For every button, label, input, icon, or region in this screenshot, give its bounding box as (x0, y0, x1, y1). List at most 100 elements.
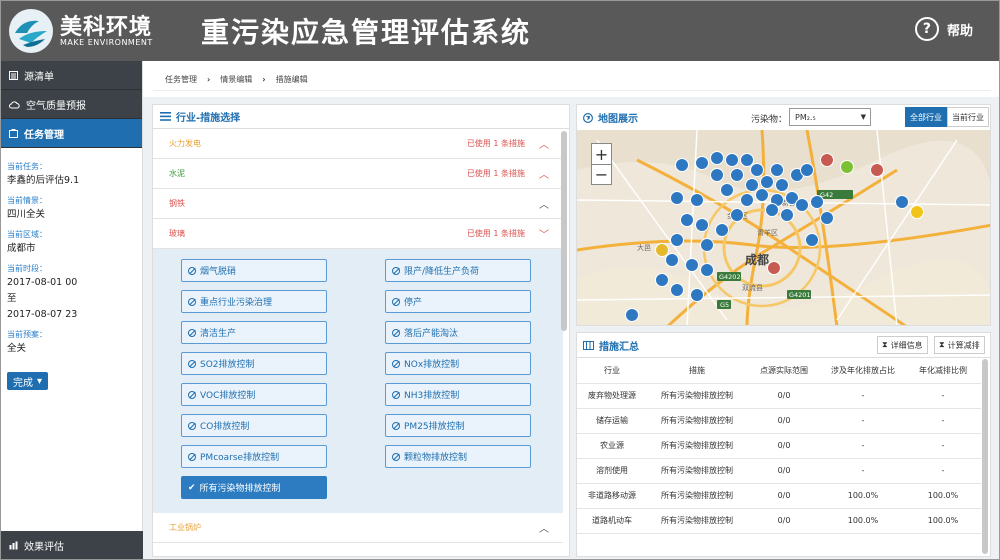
station-marker[interactable] (820, 153, 834, 167)
measure-option[interactable]: NOx排放控制 (385, 352, 531, 375)
station-marker[interactable] (695, 218, 709, 232)
station-marker[interactable] (655, 243, 669, 257)
station-marker[interactable] (800, 163, 814, 177)
measure-option[interactable]: 颗粒物排放控制 (385, 445, 531, 468)
station-marker[interactable] (750, 163, 764, 177)
measure-option[interactable]: VOC排放控制 (181, 383, 327, 406)
measure-option[interactable]: 烟气脱硝 (181, 259, 327, 282)
table-cell: 100.0% (905, 483, 981, 509)
measure-option[interactable]: 停产 (385, 290, 531, 313)
measure-option[interactable]: 重点行业污染治理 (181, 290, 327, 313)
industry-row[interactable]: 钢铁 ︿ (153, 189, 563, 219)
station-marker[interactable] (720, 183, 734, 197)
measure-option[interactable]: 限产/降低生产负荷 (385, 259, 531, 282)
station-marker[interactable] (870, 163, 884, 177)
scrollbar[interactable] (561, 131, 567, 331)
ban-icon (392, 359, 400, 368)
station-marker[interactable] (655, 273, 669, 287)
station-marker[interactable] (625, 308, 639, 322)
station-marker[interactable] (725, 153, 739, 167)
current-industry-button[interactable]: 当前行业 (947, 107, 989, 127)
industry-row[interactable]: 水泥 已使用 1 条措施 ︿ (153, 159, 563, 189)
zoom-out-button[interactable]: − (592, 164, 611, 184)
all-industries-button[interactable]: 全部行业 (905, 107, 947, 127)
station-marker[interactable] (775, 178, 789, 192)
zoom-in-button[interactable]: + (592, 144, 611, 164)
done-dropdown-button[interactable]: 完成 ▾ (7, 372, 49, 390)
measure-option[interactable]: 落后产能淘汰 (385, 321, 531, 344)
station-marker[interactable] (670, 191, 684, 205)
breadcrumb-task-management[interactable]: 任务管理 (165, 74, 197, 85)
table-row[interactable]: 农业源 所有污染物排放控制 0/0- - (577, 433, 981, 459)
station-marker[interactable] (740, 153, 754, 167)
measure-option[interactable]: PM25排放控制 (385, 414, 531, 437)
station-marker[interactable] (665, 253, 679, 267)
table-cell: 0/0 (747, 433, 821, 459)
breadcrumb-scenario-edit[interactable]: 情景编辑 (220, 74, 252, 85)
station-marker[interactable] (730, 168, 744, 182)
station-marker[interactable] (820, 211, 834, 225)
station-marker[interactable] (760, 175, 774, 189)
table-row[interactable]: 储存运输 所有污染物排放控制 0/0- - (577, 408, 981, 434)
sidebar-item-air-forecast[interactable]: 空气质量预报 (1, 90, 142, 119)
calc-reduction-button[interactable]: ⧗ 计算减排 (934, 336, 985, 354)
station-marker[interactable] (767, 261, 781, 275)
table-cell: - (905, 408, 981, 434)
station-marker[interactable] (910, 205, 924, 219)
industry-row[interactable]: 玻璃 已使用 1 条措施 ﹀ (153, 219, 563, 249)
station-marker[interactable] (675, 158, 689, 172)
scrollbar[interactable] (982, 359, 988, 554)
station-marker[interactable] (730, 208, 744, 222)
pollutant-value: PM₂.₅ (795, 112, 816, 122)
station-marker[interactable] (670, 233, 684, 247)
detail-info-button[interactable]: ⧗ 详细信息 (877, 336, 928, 354)
station-marker[interactable] (710, 151, 724, 165)
station-marker[interactable] (690, 288, 704, 302)
station-marker[interactable] (895, 195, 909, 209)
app-window: 美科环境 MAKE ENVIRONMENT 重污染应急管理评估系统 ? 帮助 源… (0, 0, 1000, 560)
station-marker[interactable] (700, 238, 714, 252)
measure-option[interactable]: ✔ 所有污染物排放控制 (181, 476, 327, 499)
station-marker[interactable] (685, 258, 699, 272)
measure-option[interactable]: PMcoarse排放控制 (181, 445, 327, 468)
brand-name: 美科环境 (60, 15, 153, 40)
table-row[interactable]: 道路机动车 所有污染物排放控制 0/0 100.0% 100.0% (577, 508, 981, 534)
measure-option[interactable]: 清洁生产 (181, 321, 327, 344)
table-row[interactable]: 非道路移动源 所有污染物排放控制 0/0 100.0% 100.0% (577, 483, 981, 509)
station-marker[interactable] (715, 223, 729, 237)
table-row[interactable]: 废弃物处理源 所有污染物排放控制 0/0- - (577, 383, 981, 409)
measure-option[interactable]: CO排放控制 (181, 414, 327, 437)
station-marker[interactable] (795, 198, 809, 212)
station-marker[interactable] (770, 163, 784, 177)
measure-option[interactable]: NH3排放控制 (385, 383, 531, 406)
station-marker[interactable] (765, 203, 779, 217)
measure-option[interactable]: SO2排放控制 (181, 352, 327, 375)
station-marker[interactable] (695, 156, 709, 170)
table-row[interactable]: 溶剂使用 所有污染物排放控制 0/0- - (577, 458, 981, 484)
station-marker[interactable] (700, 263, 714, 277)
sidebar-item-source-list[interactable]: 源清单 (1, 61, 142, 90)
station-marker[interactable] (780, 208, 794, 222)
station-marker[interactable] (805, 233, 819, 247)
station-marker[interactable] (810, 195, 824, 209)
industry-row-boiler[interactable]: 工业锅炉 ︿ (153, 513, 563, 543)
summary-title: 措施汇总 (599, 341, 639, 353)
station-marker[interactable] (840, 160, 854, 174)
station-marker[interactable] (680, 213, 694, 227)
table-cell: 农业源 (577, 433, 647, 459)
station-marker[interactable] (670, 283, 684, 297)
station-marker[interactable] (745, 178, 759, 192)
table-cell: - (821, 458, 905, 484)
sidebar-item-effect-evaluation[interactable]: 效果评估 (1, 531, 143, 559)
sidebar-item-task-management[interactable]: 任务管理 (1, 119, 142, 148)
help-button[interactable]: ? 帮助 (914, 17, 973, 41)
map-canvas[interactable]: G42 G4202 G4201 G5 成都 新都区 青羊区 双流县 大邑 金牛区 (577, 130, 991, 326)
station-marker[interactable] (710, 168, 724, 182)
industry-row[interactable]: 火力发电 已使用 1 条措施 ︿ (153, 129, 563, 159)
done-label: 完成 (13, 377, 33, 389)
pollutant-select[interactable]: PM₂.₅ ▼ (789, 108, 871, 126)
station-marker[interactable] (690, 193, 704, 207)
station-marker[interactable] (755, 188, 769, 202)
station-marker[interactable] (740, 193, 754, 207)
measure-label: 颗粒物排放控制 (404, 453, 468, 463)
